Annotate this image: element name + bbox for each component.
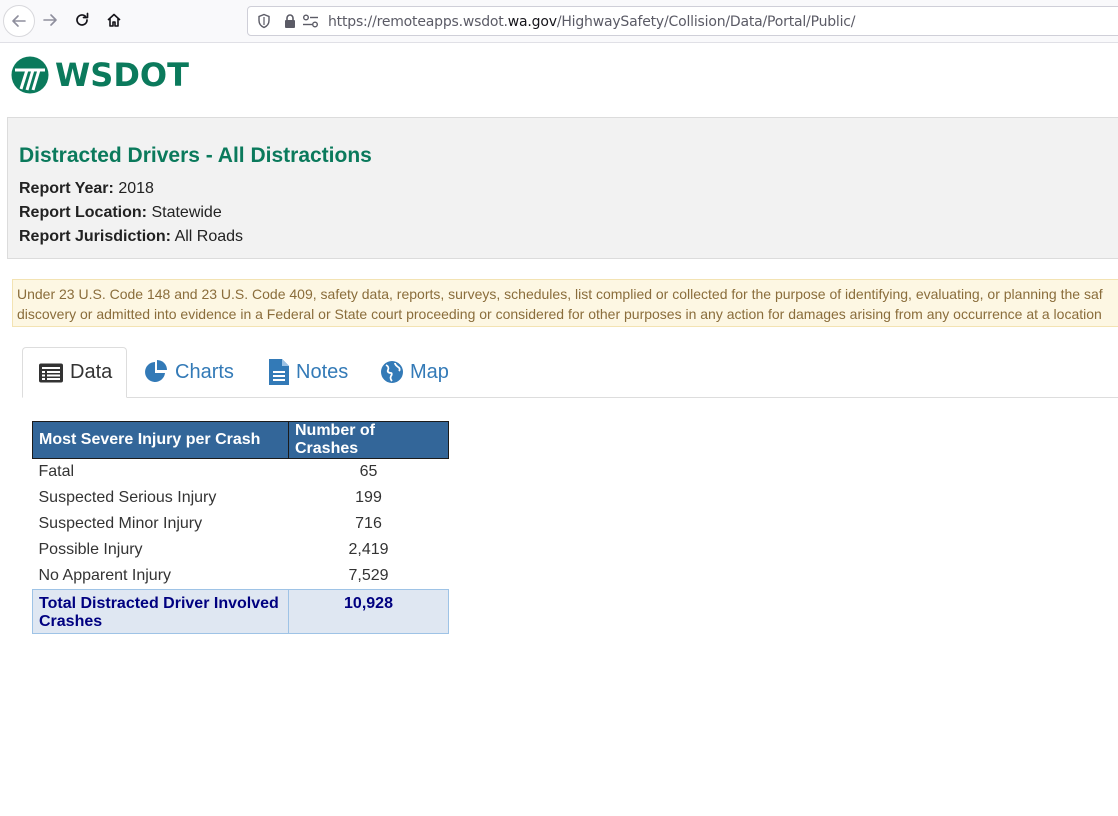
tab-charts[interactable]: Charts [143,347,234,397]
column-header-injury: Most Severe Injury per Crash [32,421,289,459]
arrow-left-icon [12,15,26,27]
url-prefix: https://remoteapps.wsdot. [328,14,508,30]
url-text[interactable]: https://remoteapps.wsdot.wa.gov/HighwayS… [328,14,856,30]
report-year-label: Report Year: [19,180,114,197]
browser-toolbar: https://remoteapps.wsdot.wa.gov/HighwayS… [0,0,1118,43]
column-header-crashes: Number of Crashes [288,421,449,459]
report-jurisdiction: Report Jurisdiction: All Roads [19,228,243,246]
table-icon [39,363,63,382]
table-row: Suspected Serious Injury 199 [33,485,449,511]
table-row: Suspected Minor Injury 716 [33,511,449,537]
lock-icon[interactable] [282,13,298,29]
crash-table: Most Severe Injury per Crash Number of C… [32,421,449,634]
globe-icon [381,361,403,383]
report-location-value: Statewide [151,204,222,221]
table-row: Possible Injury 2,419 [33,537,449,563]
report-location: Report Location: Statewide [19,204,222,222]
total-value: 10,928 [288,589,449,634]
document-icon [269,359,289,385]
tab-charts-label: Charts [175,360,234,383]
tab-map-label: Map [410,360,449,383]
reload-button[interactable] [67,5,97,35]
permissions-icon[interactable] [302,13,320,29]
row-label: Possible Injury [38,541,143,558]
home-button[interactable] [99,5,129,35]
report-header: Distracted Drivers - All Distractions Re… [7,117,1118,259]
row-label: Suspected Minor Injury [38,515,203,532]
row-label: Fatal [38,463,75,480]
row-value: 65 [359,463,378,480]
row-value: 2,419 [348,541,389,558]
table-header-row: Most Severe Injury per Crash Number of C… [32,421,449,459]
total-label: Total Distracted Driver Involved Crashes [32,589,289,634]
back-button[interactable] [3,5,35,37]
report-year: Report Year: 2018 [19,180,154,198]
wsdot-logo[interactable]: WSDOT [11,56,189,94]
report-location-label: Report Location: [19,204,147,221]
tab-data-label: Data [70,361,113,383]
wsdot-emblem-icon [11,56,49,94]
report-jurisdiction-value: All Roads [174,228,244,245]
address-bar[interactable]: https://remoteapps.wsdot.wa.gov/HighwayS… [247,6,1118,36]
disclaimer-line-2: discovery or admitted into evidence in a… [17,306,1102,322]
row-value: 199 [355,489,382,506]
row-label: No Apparent Injury [38,567,172,584]
row-value: 7,529 [348,567,389,584]
report-year-value: 2018 [118,180,154,197]
table-row: No Apparent Injury 7,529 [33,563,449,590]
tab-notes[interactable]: Notes [268,347,348,397]
report-title: Distracted Drivers - All Distractions [19,144,372,167]
tab-notes-label: Notes [296,360,349,383]
total-row: Total Distracted Driver Involved Crashes… [32,589,449,634]
tab-map[interactable]: Map [380,347,449,397]
arrow-right-icon [43,14,57,26]
disclaimer-line-1: Under 23 U.S. Code 148 and 23 U.S. Code … [17,286,1103,302]
url-domain: wa.gov [507,14,557,30]
forward-button[interactable] [35,5,65,35]
shield-icon[interactable] [256,13,272,29]
tab-data[interactable]: Data [22,347,127,398]
logo-text: WSDOT [55,56,189,94]
reload-icon [76,12,89,26]
report-jurisdiction-label: Report Jurisdiction: [19,228,172,245]
home-icon [107,13,121,27]
tab-bar: Data Charts Notes Map [22,347,1118,398]
url-suffix: /HighwaySafety/Collision/Data/Portal/Pub… [556,14,856,30]
row-label: Suspected Serious Injury [38,489,217,506]
pie-chart-icon [145,360,167,382]
legal-disclaimer: Under 23 U.S. Code 148 and 23 U.S. Code … [12,279,1118,327]
row-value: 716 [355,515,382,532]
table-row: Fatal 65 [33,459,449,486]
